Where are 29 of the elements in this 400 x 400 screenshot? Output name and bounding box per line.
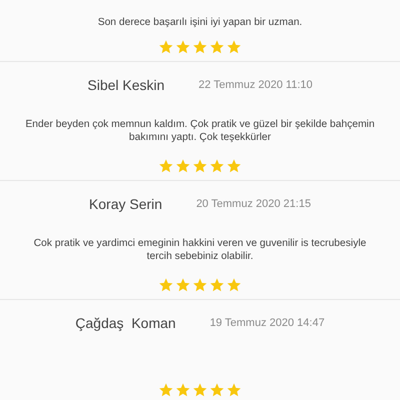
review-comment: Son derece başarılı işini iyi yapan bir uzman. xyxy=(96,16,304,29)
star-icon xyxy=(158,39,174,55)
star-icon xyxy=(209,277,225,293)
star-icon xyxy=(175,39,191,55)
review-date: 22 Temmuz 2020 11:10 xyxy=(198,79,312,91)
star-icon xyxy=(209,382,225,398)
star-icon xyxy=(158,158,174,174)
star-icon xyxy=(158,277,174,293)
star-icon xyxy=(226,382,242,398)
star-icon xyxy=(175,382,191,398)
reviewer-name: Sibel Keskin xyxy=(88,77,165,93)
review-comment: Ender beyden çok memnun kaldım. Çok pratik ve güzel bir şekilde bahçemin bakımını yaptı. Çok teşekkürler xyxy=(24,118,376,144)
star-icon xyxy=(209,158,225,174)
star-icon xyxy=(226,277,242,293)
review-date: 19 Temmuz 2020 14:47 xyxy=(210,317,325,329)
star-icon xyxy=(192,277,208,293)
review-comment: Cok pratik ve yardimci emeginin hakkini veren ve guvenilir is tecrubesiyle tercih sebebiniz olabilir. xyxy=(32,237,368,263)
star-icon xyxy=(192,39,208,55)
star-icon xyxy=(226,39,242,55)
star-icon xyxy=(175,277,191,293)
star-icon xyxy=(209,39,225,55)
star-icon xyxy=(192,382,208,398)
reviewer-name: Koray Serin xyxy=(89,196,162,212)
star-icon xyxy=(158,382,174,398)
star-icon xyxy=(192,158,208,174)
star-icon xyxy=(226,158,242,174)
review-date: 20 Temmuz 2020 21:15 xyxy=(196,198,311,210)
reviewer-name: Çağdaş Koman xyxy=(75,315,176,331)
star-icon xyxy=(175,158,191,174)
